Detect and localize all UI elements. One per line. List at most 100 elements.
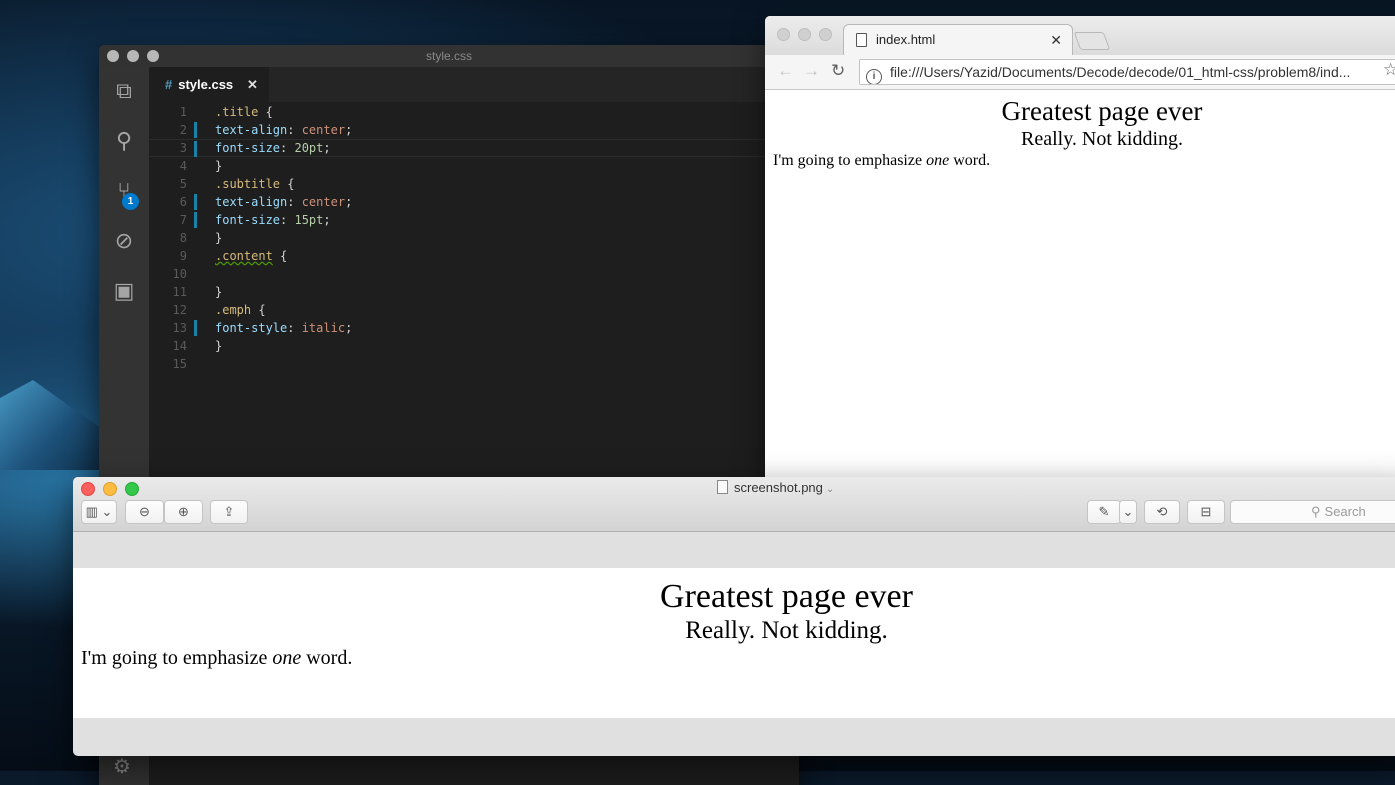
tab-style-css[interactable]: # style.css ✕ <box>149 67 269 102</box>
extensions-icon[interactable]: ▣ <box>112 279 136 303</box>
close-tab-icon[interactable]: ✕ <box>247 67 258 102</box>
minimize-window-button[interactable] <box>103 482 117 496</box>
close-window-button[interactable] <box>777 28 790 41</box>
code-line: 14} <box>149 337 799 355</box>
line-number: 7 <box>179 213 187 227</box>
minimize-window-button[interactable] <box>127 50 139 62</box>
colon: : <box>280 213 295 227</box>
debug-icon[interactable]: ⊘ <box>112 229 136 253</box>
code-line: 9 .content { <box>149 247 799 265</box>
brace: { <box>258 105 273 119</box>
reload-icon[interactable]: ↻ <box>831 61 845 81</box>
close-tab-icon[interactable]: ✕ <box>1050 25 1062 55</box>
zoom-window-button[interactable] <box>819 28 832 41</box>
paragraph-text: word. <box>949 152 991 169</box>
semicolon: ; <box>345 195 353 209</box>
line-number: 13 <box>172 321 187 335</box>
css-selector: .title <box>215 105 259 119</box>
share-button[interactable]: ⇪ <box>210 500 248 524</box>
tab-index-html[interactable]: index.html ✕ <box>843 24 1073 56</box>
new-tab-button[interactable] <box>1073 32 1111 50</box>
css-value: 15pt <box>294 213 324 227</box>
modified-line-marker <box>194 122 197 138</box>
zoom-window-button[interactable] <box>147 50 159 62</box>
search-placeholder: Search <box>1324 504 1366 519</box>
markup-menu-button[interactable]: ⌄ <box>1119 500 1137 524</box>
css-property: font-style <box>215 321 288 335</box>
code-line: 12 .emph { <box>149 301 799 319</box>
css-value: 20pt <box>294 141 324 155</box>
close-window-button[interactable] <box>81 482 95 496</box>
zoom-window-button[interactable] <box>125 482 139 496</box>
preview-window: screenshot.png ⌄ ▥ ⌄ ⊖ ⊕ ⇪ ✎ ⌄ ⟲ ⊟ ⚲ Searc… <box>73 477 1395 756</box>
settings-gear-icon[interactable]: ⚙ <box>113 754 131 779</box>
filename: screenshot.png <box>734 480 823 495</box>
line-number: 3 <box>179 141 187 155</box>
chrome-window-controls <box>777 28 832 41</box>
css-value: center <box>301 195 346 209</box>
line-number: 11 <box>172 285 187 299</box>
explorer-icon[interactable]: ⧉ <box>112 79 136 103</box>
line-number: 2 <box>179 123 187 137</box>
brace: } <box>215 159 223 173</box>
modified-line-marker <box>194 212 197 228</box>
emphasized-word: one <box>272 647 302 669</box>
rotate-button[interactable]: ⟲ <box>1144 500 1180 524</box>
modified-line-marker <box>194 141 197 157</box>
zoom-in-button[interactable]: ⊕ <box>164 500 203 524</box>
mountain-image <box>0 380 110 470</box>
address-bar[interactable]: i file:///Users/Yazid/Documents/Decode/de… <box>859 59 1395 85</box>
semicolon: ; <box>323 213 331 227</box>
modified-line-marker <box>194 320 197 336</box>
bookmark-star-icon[interactable]: ☆ <box>1383 60 1395 80</box>
search-icon: ⚲ <box>1311 504 1321 519</box>
tab-title: index.html <box>876 32 936 47</box>
code-line-current: 3 font-size: 20pt; <box>149 139 799 157</box>
preview-toolbar: screenshot.png ⌄ ▥ ⌄ ⊖ ⊕ ⇪ ✎ ⌄ ⟲ ⊟ ⚲ Searc… <box>73 477 1395 532</box>
source-control-badge: 1 <box>122 193 139 210</box>
code-line: 5 .subtitle { <box>149 175 799 193</box>
brace: } <box>215 285 223 299</box>
preview-title[interactable]: screenshot.png ⌄ <box>717 480 834 495</box>
image-title-text: Greatest page ever <box>660 578 913 615</box>
search-icon[interactable]: ⚲ <box>112 129 136 153</box>
chrome-toolbar: ← → ↻ i file:///Users/Yazid/Documents/Dec… <box>765 55 1395 90</box>
forward-arrow-icon[interactable]: → <box>803 61 820 81</box>
brace: } <box>215 339 223 353</box>
brace: { <box>280 177 295 191</box>
site-info-icon[interactable]: i <box>866 69 882 84</box>
css-selector: .emph <box>215 303 252 317</box>
page-icon <box>856 33 867 47</box>
paragraph-text: I'm going to emphasize <box>81 647 273 669</box>
page-paragraph: I'm going to emphasize one word. <box>773 152 990 170</box>
code-line: 1 .title { <box>149 103 799 121</box>
markup-button[interactable]: ✎ <box>1087 500 1121 524</box>
minimize-window-button[interactable] <box>798 28 811 41</box>
line-number: 15 <box>172 357 187 371</box>
code-line: 2 text-align: center; <box>149 121 799 139</box>
line-number: 4 <box>179 159 187 173</box>
line-number: 9 <box>179 249 187 263</box>
code-line: 4} <box>149 157 799 175</box>
search-field[interactable]: ⚲ Search <box>1230 500 1395 524</box>
image-file-icon <box>717 480 728 494</box>
css-value: center <box>301 123 346 137</box>
sidebar-toggle-button[interactable]: ▥ ⌄ <box>81 500 117 524</box>
code-line: 7 font-size: 15pt; <box>149 211 799 229</box>
paragraph-text: I'm going to emphasize <box>773 152 927 169</box>
toolbox-button[interactable]: ⊟ <box>1187 500 1225 524</box>
css-property: font-size <box>215 213 281 227</box>
semicolon: ; <box>345 321 353 335</box>
chrome-tab-strip: index.html ✕ <box>765 16 1395 56</box>
css-value: italic <box>301 321 346 335</box>
page-title: Greatest page ever <box>1001 96 1203 126</box>
zoom-out-button[interactable]: ⊖ <box>125 500 164 524</box>
close-window-button[interactable] <box>107 50 119 62</box>
semicolon: ; <box>323 141 331 155</box>
code-line: 6 text-align: center; <box>149 193 799 211</box>
semicolon: ; <box>345 123 353 137</box>
back-arrow-icon[interactable]: ← <box>777 61 794 81</box>
colon: : <box>287 321 302 335</box>
colon: : <box>280 141 295 155</box>
brace: { <box>272 249 288 263</box>
